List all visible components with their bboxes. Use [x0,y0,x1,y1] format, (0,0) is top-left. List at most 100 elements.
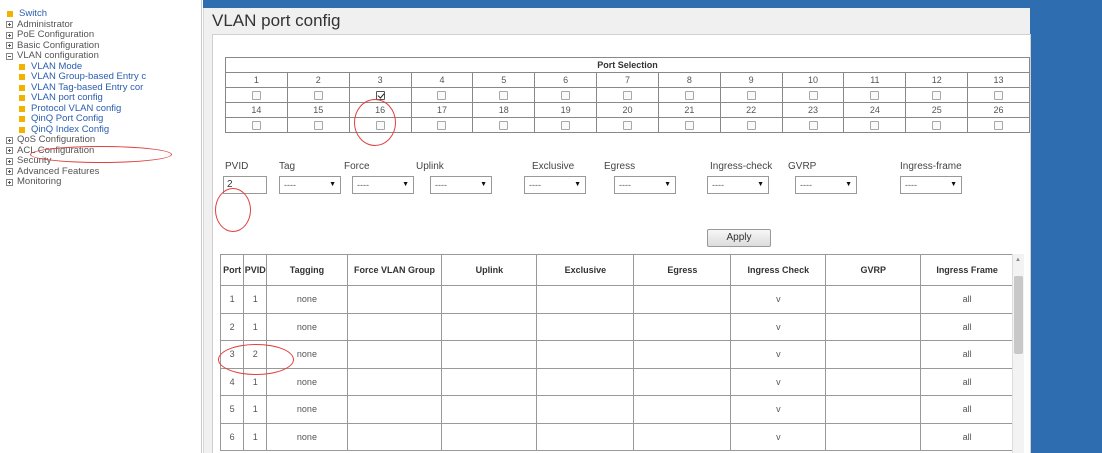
column-header: Egress [633,254,732,286]
port-selection-header: Port Selection [225,57,1030,73]
port-checkbox[interactable] [375,91,385,101]
select-value: ---- [619,180,631,190]
sidebar-item[interactable]: QoS Configuration [5,134,201,146]
table-cell: 1 [243,367,268,396]
column-header: GVRP [825,254,922,286]
table-cell: v [730,367,827,396]
config-select[interactable]: ---- ▼ [352,176,414,194]
select-value: ---- [284,180,296,190]
sidebar-item[interactable]: PoE Configuration [5,29,201,41]
table-cell [633,395,732,424]
port-checkbox[interactable] [932,91,942,101]
port-checkbox[interactable] [870,91,880,101]
port-checkbox[interactable] [994,121,1004,131]
sidebar-item[interactable]: VLAN port config [5,92,201,104]
config-select[interactable]: ---- ▼ [430,176,492,194]
table-row: 1 1 none v all [219,285,1014,314]
port-checkbox[interactable] [932,121,942,131]
page-icon [19,95,25,102]
config-label: Force [344,161,370,172]
port-checkbox[interactable] [746,121,756,131]
port-checkbox[interactable] [313,91,323,101]
config-select[interactable]: ---- ▼ [900,176,962,194]
scroll-up-arrow-icon[interactable]: ▲ [1015,257,1021,263]
table-cell: 1 [243,312,268,341]
port-checkbox[interactable] [499,91,509,101]
apply-button[interactable]: Apply [707,229,771,247]
config-select[interactable]: ---- ▼ [614,176,676,194]
port-checkbox[interactable] [808,121,818,131]
port-number: 18 [472,102,536,118]
dropdown-arrow-icon: ▼ [950,181,957,188]
expand-plus-icon [6,21,13,29]
table-row: 5 1 none v all [219,395,1014,424]
port-checkbox[interactable] [313,121,323,131]
dropdown-arrow-icon: ▼ [757,181,764,188]
port-checkbox[interactable] [251,121,261,131]
column-header: Port [219,254,245,286]
table-cell: all [920,395,1014,424]
port-checkbox[interactable] [684,91,694,101]
column-header: Force VLAN Group [346,254,443,286]
sidebar-item[interactable]: QinQ Port Config [5,113,201,125]
port-checkbox[interactable] [684,121,694,131]
port-number: 15 [286,102,350,118]
collapse-minus-icon [6,52,13,60]
table-cell [825,312,922,341]
table-cell: 3 [219,340,245,369]
page-icon [19,126,25,133]
sidebar-item[interactable]: VLAN configuration [5,50,201,62]
page-icon [19,74,25,81]
table-cell [346,395,443,424]
port-checkbox[interactable] [994,91,1004,101]
sidebar-item-label: VLAN port config [31,92,103,103]
select-value: ---- [712,180,724,190]
port-checkbox[interactable] [622,91,632,101]
table-scrollbar[interactable]: ▲ [1012,254,1024,453]
port-checkbox[interactable] [437,121,447,131]
scrollbar-thumb[interactable] [1014,276,1023,354]
dropdown-arrow-icon: ▼ [574,181,581,188]
expand-plus-icon [6,157,13,165]
table-cell [633,422,732,451]
port-number: 17 [410,102,474,118]
port-checkbox[interactable] [437,91,447,101]
column-header: Ingress Check [730,254,827,286]
port-checkbox[interactable] [870,121,880,131]
sidebar-item[interactable]: Security [5,155,201,167]
table-cell: v [730,340,827,369]
sidebar-item[interactable]: Switch [5,8,201,20]
table-cell: 1 [243,422,268,451]
port-checkbox[interactable] [375,121,385,131]
sidebar-item[interactable]: VLAN Group-based Entry c [5,71,201,83]
config-select[interactable]: ---- ▼ [707,176,769,194]
table-cell [346,422,443,451]
port-checkbox[interactable] [561,91,571,101]
pvid-input[interactable]: 2 [223,176,267,194]
port-number: 16 [348,102,412,118]
port-checkbox[interactable] [251,91,261,101]
page-icon [19,116,25,123]
port-checkbox[interactable] [561,121,571,131]
table-cell: v [730,312,827,341]
expand-plus-icon [6,168,13,176]
table-cell: all [920,312,1014,341]
sidebar-item-label: QoS Configuration [17,134,96,145]
expand-plus-icon [6,178,13,186]
port-number: 7 [596,72,659,88]
table-cell: 5 [219,395,245,424]
port-checkbox[interactable] [746,91,756,101]
port-checkbox[interactable] [622,121,632,131]
port-checkbox[interactable] [808,91,818,101]
table-cell: 1 [243,285,268,314]
table-cell [536,312,635,341]
top-border-strip [203,0,1030,8]
config-label: GVRP [788,161,817,172]
table-cell: none [266,340,348,369]
config-select[interactable]: ---- ▼ [279,176,341,194]
config-select[interactable]: ---- ▼ [795,176,857,194]
sidebar-item[interactable]: Monitoring [5,176,201,188]
port-checkbox[interactable] [499,121,509,131]
config-select[interactable]: ---- ▼ [524,176,586,194]
table-cell: v [730,422,827,451]
